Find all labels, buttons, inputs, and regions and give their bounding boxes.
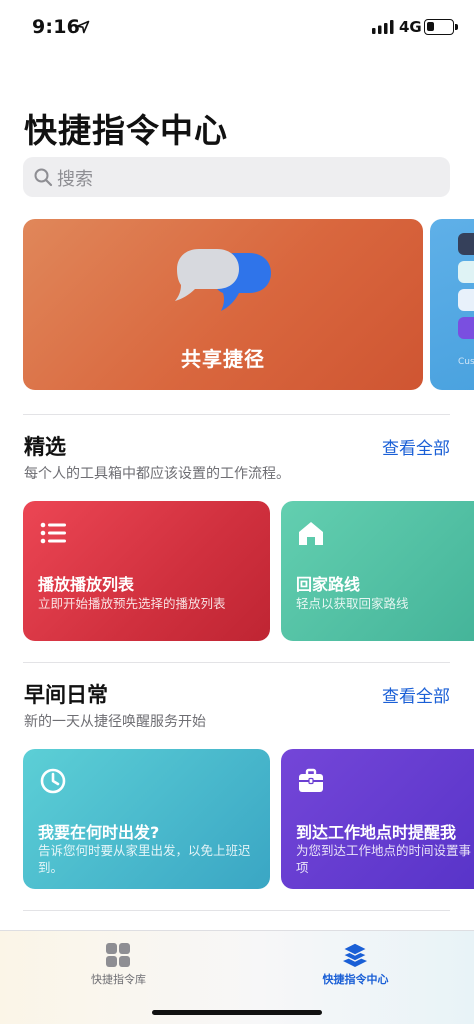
card-title: 我要在何时出发?	[38, 823, 160, 842]
section-subtitle-featured: 每个人的工具箱中都应该设置的工作流程。	[24, 466, 290, 482]
hero-card-share-shortcuts[interactable]: 共享捷径	[23, 219, 423, 390]
section-title-morning-routine: 早间日常	[24, 683, 108, 707]
card-description: 轻点以获取回家路线	[296, 596, 409, 611]
battery-level	[427, 22, 434, 31]
divider	[23, 910, 450, 911]
peek-icon-1	[458, 233, 474, 255]
location-arrow-icon	[76, 20, 90, 34]
tab-gallery[interactable]: 快捷指令中心	[237, 931, 474, 995]
search-input[interactable]: 搜索	[57, 165, 93, 191]
search-icon	[34, 168, 53, 187]
section-subtitle-morning-routine: 新的一天从捷径唤醒服务开始	[24, 714, 206, 730]
peek-icon-2	[458, 261, 474, 283]
see-all-morning-link[interactable]: 查看全部	[382, 682, 450, 707]
card-title: 播放播放列表	[38, 575, 135, 594]
status-bar: 9:16 4G	[0, 0, 474, 56]
status-time: 9:16	[32, 16, 81, 38]
tab-label-library: 快捷指令库	[91, 973, 146, 986]
shortcuts-gallery-page: 9:16 4G 快捷指令中心 搜索 共享捷径 Cus 精选 查看全部 每个人的工…	[0, 0, 474, 1024]
clock-icon	[40, 768, 66, 794]
card-directions-home[interactable]: 回家路线 轻点以获取回家路线	[281, 501, 474, 641]
card-description: 为您到达工作地点的时间设置事项	[296, 843, 472, 875]
home-indicator	[152, 1010, 322, 1015]
page-title: 快捷指令中心	[24, 111, 228, 150]
card-title: 回家路线	[296, 575, 361, 594]
battery-icon	[424, 19, 454, 35]
grid-icon	[106, 943, 130, 967]
peek-icon-3	[458, 289, 474, 311]
peek-text: Cus	[458, 357, 474, 367]
hero-label: 共享捷径	[181, 347, 265, 371]
battery-cap	[455, 24, 458, 30]
layers-icon	[341, 942, 369, 967]
card-remind-at-work[interactable]: 到达工作地点时提醒我 为您到达工作地点的时间设置事项	[281, 749, 474, 889]
tab-library[interactable]: 快捷指令库	[0, 931, 237, 995]
network-type: 4G	[399, 18, 422, 36]
search-bar[interactable]: 搜索	[23, 157, 450, 197]
house-icon	[299, 522, 323, 545]
divider	[23, 414, 450, 415]
see-all-featured-link[interactable]: 查看全部	[382, 434, 450, 459]
list-icon	[40, 522, 66, 544]
section-title-featured: 精选	[24, 435, 66, 459]
divider	[23, 662, 450, 663]
peek-icon-4	[458, 317, 474, 339]
card-title: 到达工作地点时提醒我	[296, 823, 457, 842]
cellular-signal-icon	[372, 20, 394, 34]
card-play-playlist[interactable]: 播放播放列表 立即开始播放预先选择的播放列表	[23, 501, 270, 641]
hero-card-next-peek[interactable]: Cus	[430, 219, 474, 390]
tab-label-gallery: 快捷指令中心	[322, 973, 389, 986]
card-when-to-leave[interactable]: 我要在何时出发? 告诉您何时要从家里出发，以免上班迟到。	[23, 749, 270, 889]
briefcase-icon	[299, 768, 323, 792]
chat-bubbles-icon	[175, 249, 271, 311]
card-description: 立即开始播放预先选择的播放列表	[38, 596, 226, 611]
card-description: 告诉您何时要从家里出发，以免上班迟到。	[38, 843, 251, 875]
